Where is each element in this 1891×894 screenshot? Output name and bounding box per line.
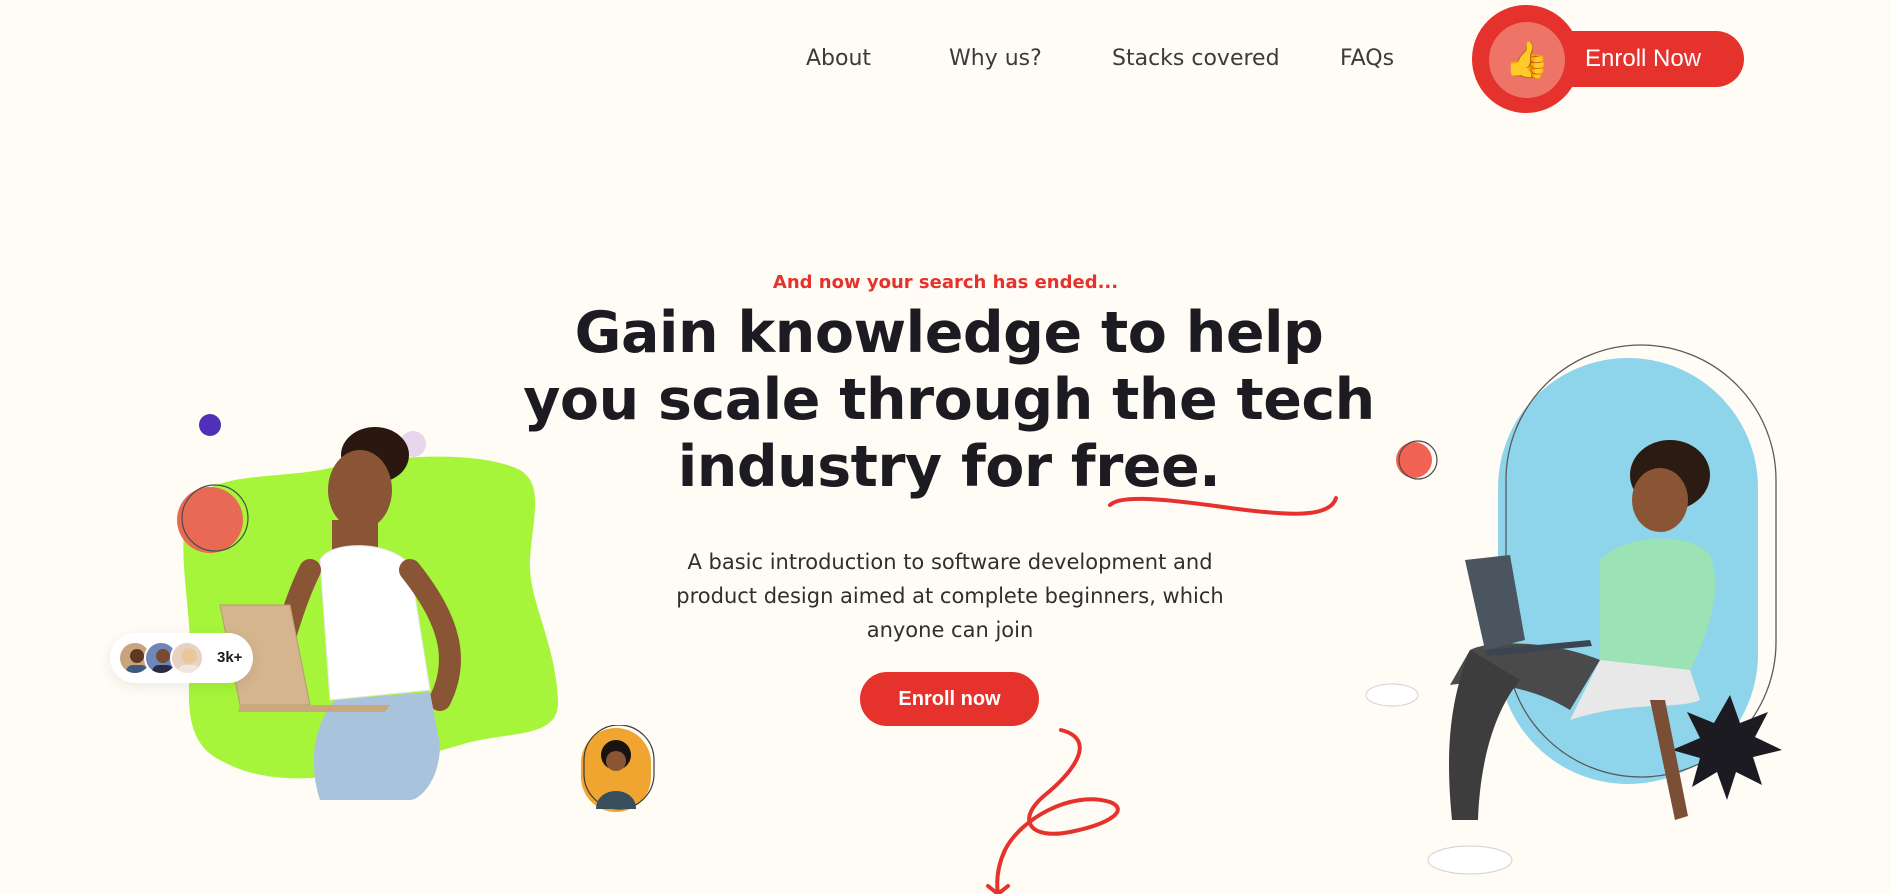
loop-arrow-decoration <box>986 728 1120 894</box>
community-avatars-badge: 3k+ <box>110 633 253 683</box>
hero-headline: Gain knowledge to help you scale through… <box>523 300 1375 500</box>
avatar <box>170 641 204 675</box>
coral-dot-decoration <box>1396 442 1432 478</box>
purple-dot-decoration <box>199 414 221 436</box>
student-portrait-thumbnail <box>581 725 655 812</box>
nav-link-stacks-covered[interactable]: Stacks covered <box>1112 46 1280 71</box>
hero-subtext: A basic introduction to software develop… <box>676 550 1224 642</box>
nav-link-about[interactable]: About <box>806 46 871 71</box>
right-hero-illustration <box>1365 344 1782 875</box>
hero-eyebrow: And now your search has ended... <box>772 272 1119 293</box>
nav-link-why-us[interactable]: Why us? <box>949 46 1042 71</box>
left-hero-illustration <box>177 414 559 800</box>
top-nav: About Why us? Stacks covered FAQs 👍 Enro… <box>0 0 1891 120</box>
coral-circle-decoration <box>177 487 243 553</box>
thumbs-up-icon: 👍 <box>1489 22 1565 98</box>
headline-underline-squiggle <box>1108 496 1338 516</box>
nav-enroll-button[interactable]: 👍 Enroll Now <box>1472 5 1744 113</box>
community-count: 3k+ <box>217 649 243 666</box>
nav-link-faqs[interactable]: FAQs <box>1340 46 1394 71</box>
hero-enroll-button[interactable]: Enroll now <box>860 672 1039 726</box>
nav-enroll-label: Enroll Now <box>1585 45 1702 72</box>
